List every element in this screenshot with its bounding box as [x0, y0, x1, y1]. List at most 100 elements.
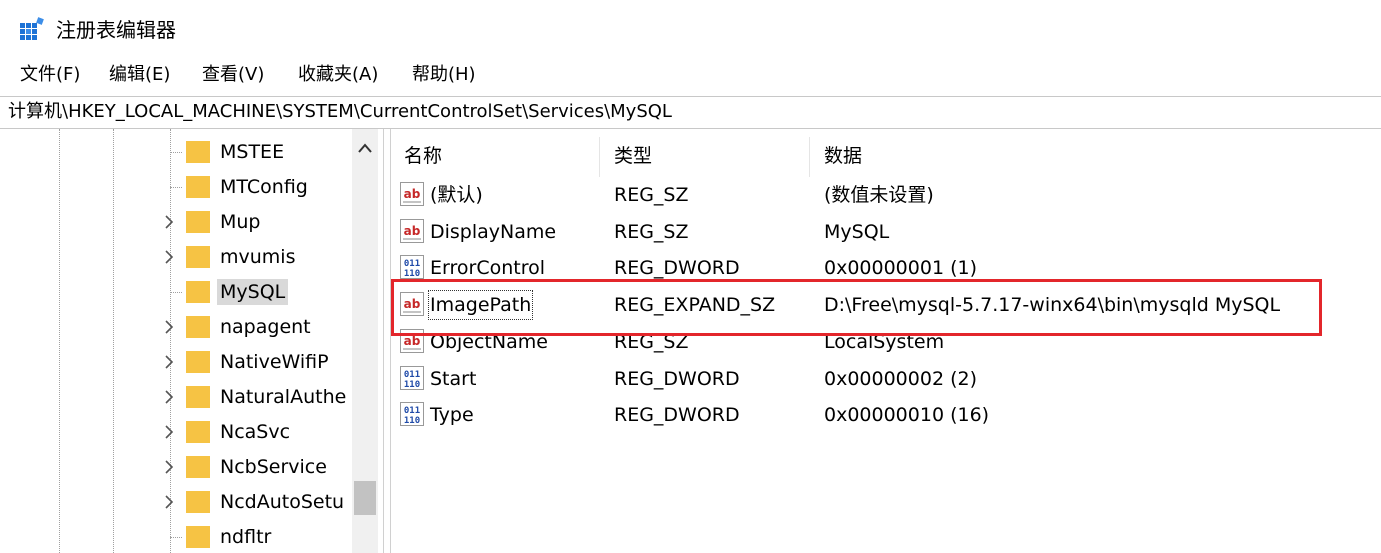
string-value-icon: ab	[400, 292, 424, 317]
tree-item-label: mvumis	[220, 246, 296, 268]
string-value-icon: ab	[400, 182, 424, 206]
tree-item-label: NaturalAuthe	[220, 386, 347, 408]
folder-icon	[186, 246, 210, 268]
value-data: LocalSystem	[824, 330, 945, 353]
value-name: DisplayName	[430, 220, 557, 243]
tree-item[interactable]: NcaSvc	[0, 415, 355, 450]
tree-item[interactable]: MTConfig	[0, 170, 355, 205]
tree-item[interactable]: ndfltr	[0, 520, 355, 553]
tree-item[interactable]: napagent	[0, 310, 355, 345]
scroll-thumb[interactable]	[354, 481, 376, 515]
regedit-app-icon	[20, 17, 44, 40]
values-list[interactable]: 名称 类型 数据 ab (默认) REG_SZ (数值未设置) ab DisplayNam…	[391, 129, 1381, 553]
value-type: REG_EXPAND_SZ	[614, 294, 776, 317]
svg-text:ab: ab	[404, 224, 421, 238]
value-row[interactable]: ab ObjectName REG_SZ LocalSystem	[391, 324, 1381, 360]
binary-value-icon: 011110	[400, 402, 424, 427]
tree-item[interactable]: NcdAutoSetu	[0, 485, 355, 520]
folder-icon	[186, 211, 210, 233]
menu-bar: 文件(F) 编辑(E) 查看(V) 收藏夹(A) 帮助(H)	[0, 60, 1381, 92]
folder-icon	[186, 386, 210, 408]
column-separator[interactable]	[809, 137, 810, 177]
value-data: D:\Free\mysql-5.7.17-winx64\bin\mysqld M…	[824, 294, 1281, 317]
title-bar: 注册表编辑器	[0, 0, 1381, 58]
value-data: 0x00000002 (2)	[824, 367, 977, 390]
chevron-right-icon[interactable]	[160, 353, 178, 371]
menu-edit[interactable]: 编辑(E)	[107, 60, 172, 90]
chevron-right-icon[interactable]	[160, 388, 178, 406]
tree-item-label: MSTEE	[220, 141, 285, 163]
value-row[interactable]: 011 110 Start REG_DWORD 0x00000002 (2)	[391, 361, 1381, 397]
binary-value-icon: 011110	[400, 255, 424, 280]
svg-text:011: 011	[404, 370, 420, 380]
svg-text:110: 110	[404, 416, 420, 426]
chevron-right-icon[interactable]	[160, 213, 178, 231]
tree-item-label: NcdAutoSetu	[220, 491, 345, 513]
string-value-icon: ab	[400, 328, 424, 353]
menu-favorites[interactable]: 收藏夹(A)	[296, 60, 380, 90]
tree-item[interactable]: NativeWifiP	[0, 345, 355, 380]
tree-connector	[170, 537, 182, 538]
list-header: 名称 类型 数据	[391, 129, 1381, 179]
value-name: (默认)	[430, 184, 483, 206]
value-row[interactable]: 011 110 Type REG_DWORD 0x00000010 (16)	[391, 397, 1381, 433]
value-row[interactable]: ab (默认) REG_SZ (数值未设置)	[391, 177, 1381, 213]
value-data: 0x00000010 (16)	[824, 404, 990, 427]
tree-item[interactable]: NcbService	[0, 450, 355, 485]
svg-text:011: 011	[404, 406, 420, 416]
tree-connector	[170, 292, 182, 293]
tree-scrollbar[interactable]	[352, 129, 378, 553]
column-header-data[interactable]: 数据	[824, 143, 862, 169]
value-name: Type	[430, 404, 474, 427]
column-header-type[interactable]: 类型	[614, 143, 652, 169]
scroll-up-arrow-icon[interactable]	[358, 143, 372, 153]
tree-connector	[170, 187, 182, 188]
svg-text:110: 110	[404, 380, 420, 390]
value-type: REG_SZ	[614, 330, 689, 353]
folder-icon	[186, 316, 210, 338]
value-row[interactable]: 011 110 ErrorControl REG_DWORD 0x00000001 (1…	[391, 250, 1381, 286]
window-title: 注册表编辑器	[56, 18, 176, 42]
tree-item-label: NativeWifiP	[220, 351, 329, 373]
tree-item[interactable]: NaturalAuthe	[0, 380, 355, 415]
binary-value-icon: 011110	[400, 365, 424, 390]
menu-view[interactable]: 查看(V)	[200, 60, 266, 90]
menu-help[interactable]: 帮助(H)	[410, 60, 478, 90]
pane-splitter[interactable]	[383, 129, 391, 553]
tree-item-label: MTConfig	[220, 176, 308, 198]
svg-text:011: 011	[404, 259, 420, 269]
tree-connector	[170, 152, 182, 153]
value-name: ErrorControl	[430, 257, 545, 280]
menu-file[interactable]: 文件(F)	[18, 60, 82, 90]
chevron-right-icon[interactable]	[160, 423, 178, 441]
tree-item[interactable]: MySQL	[0, 275, 355, 310]
value-type: REG_DWORD	[614, 367, 740, 390]
chevron-right-icon[interactable]	[160, 248, 178, 266]
value-data: 0x00000001 (1)	[824, 257, 977, 280]
chevron-right-icon[interactable]	[160, 458, 178, 476]
value-name: Start	[430, 367, 477, 390]
chevron-right-icon[interactable]	[160, 493, 178, 511]
folder-icon	[186, 491, 210, 513]
chevron-right-icon[interactable]	[160, 318, 178, 336]
column-header-name[interactable]: 名称	[404, 143, 442, 169]
folder-icon	[186, 526, 210, 548]
key-tree[interactable]: MSTEE MTConfig Mup mvumis MySQL napagent Nativ…	[0, 129, 383, 553]
tree-item[interactable]: MSTEE	[0, 135, 355, 170]
tree-item[interactable]: Mup	[0, 205, 355, 240]
value-type: REG_SZ	[614, 220, 689, 243]
svg-text:ab: ab	[404, 187, 421, 201]
tree-item[interactable]: mvumis	[0, 240, 355, 275]
folder-icon	[186, 281, 210, 303]
svg-text:110: 110	[404, 269, 420, 279]
address-bar[interactable]: 计算机\HKEY_LOCAL_MACHINE\SYSTEM\CurrentCon…	[0, 96, 1381, 129]
value-data: (数值未设置)	[824, 184, 934, 206]
value-row[interactable]: ab ImagePath REG_EXPAND_SZ D:\Free\mysql-5.…	[391, 287, 1381, 323]
folder-icon	[186, 351, 210, 373]
value-row[interactable]: ab DisplayName REG_SZ MySQL	[391, 214, 1381, 250]
svg-text:ab: ab	[404, 334, 421, 348]
address-path[interactable]: 计算机\HKEY_LOCAL_MACHINE\SYSTEM\CurrentCon…	[8, 99, 672, 125]
svg-text:ab: ab	[404, 297, 421, 311]
value-data: MySQL	[824, 220, 890, 243]
column-separator[interactable]	[599, 137, 600, 177]
